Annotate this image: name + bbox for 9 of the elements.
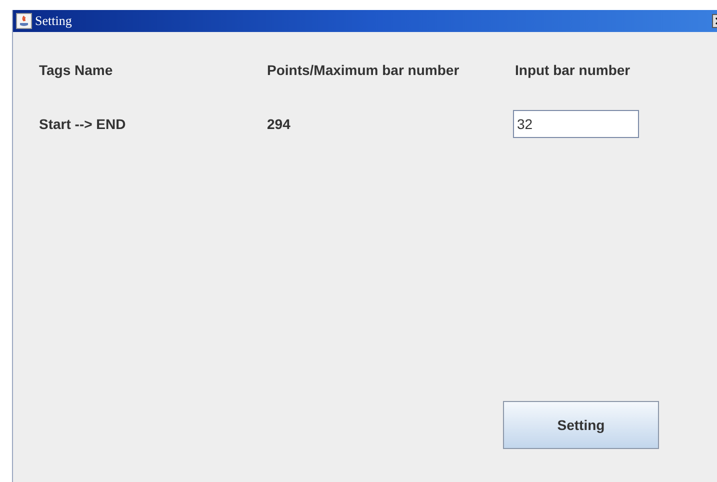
column-header: Input bar number — [515, 60, 630, 80]
column-header: Points/Maximum bar number — [267, 60, 460, 80]
bar-number-field[interactable]: 32 — [513, 110, 639, 138]
app-icon — [16, 13, 32, 29]
points-value: 294 — [267, 114, 290, 134]
column-header: Tags Name — [39, 60, 113, 80]
setting-button[interactable]: Setting — [503, 401, 659, 449]
window-title: Setting — [35, 12, 72, 30]
tag-name: Start --> END — [39, 114, 126, 134]
